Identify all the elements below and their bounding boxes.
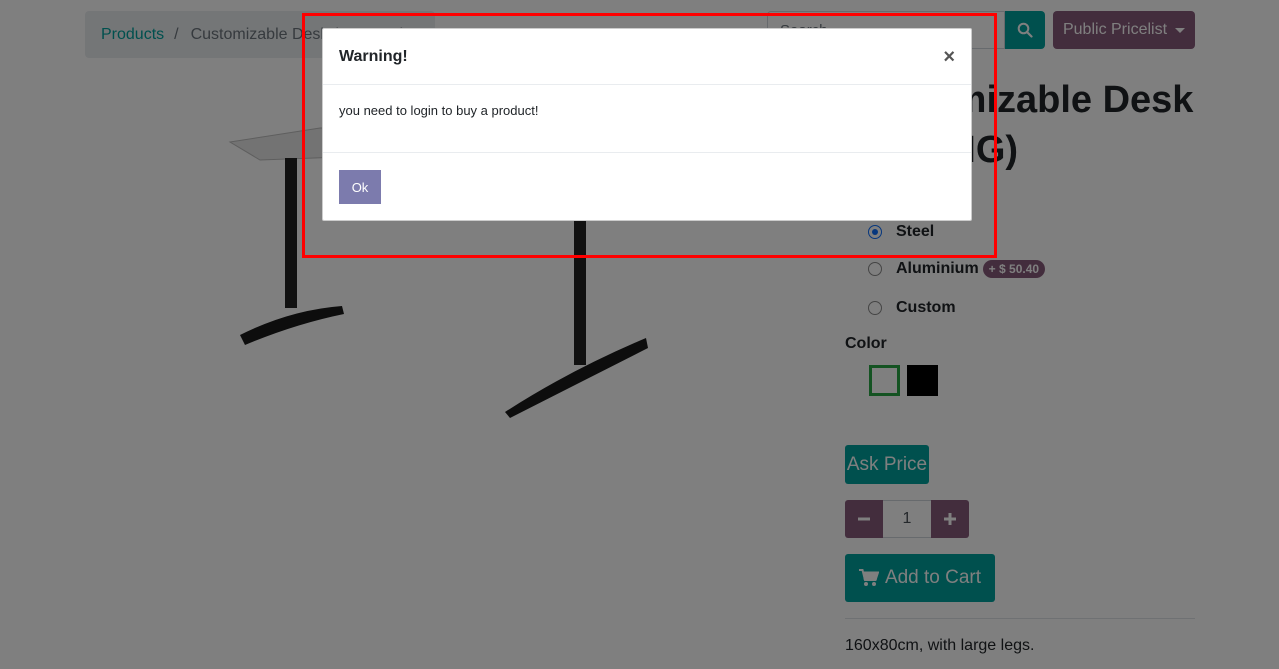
warning-dialog: Warning! × you need to login to buy a pr…: [322, 28, 972, 221]
modal-title: Warning!: [339, 47, 408, 65]
modal-footer: Ok: [323, 153, 971, 220]
modal-body: you need to login to buy a product!: [323, 85, 971, 153]
modal-message: you need to login to buy a product!: [339, 103, 539, 118]
close-icon[interactable]: ×: [943, 47, 955, 67]
modal-header: Warning! ×: [323, 29, 971, 85]
ok-button[interactable]: Ok: [339, 170, 381, 204]
